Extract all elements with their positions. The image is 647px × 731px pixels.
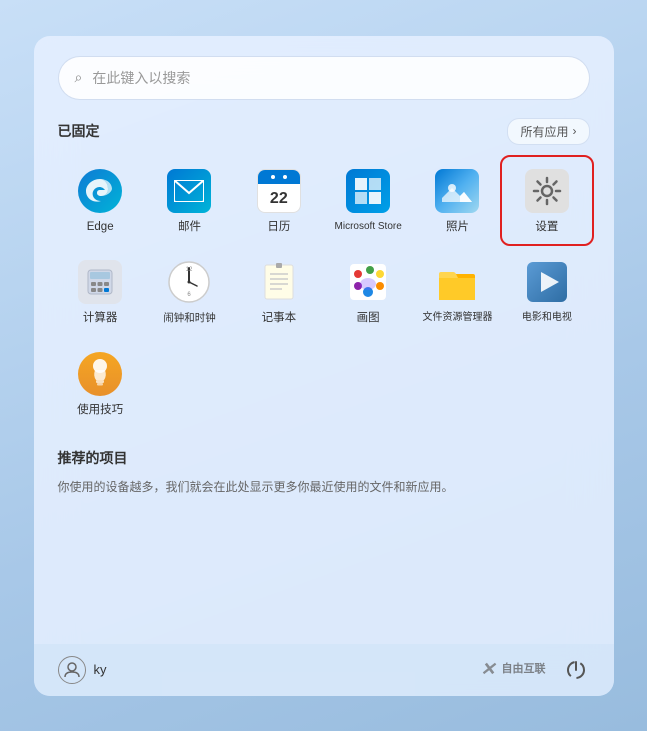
- tips-icon: [76, 350, 124, 398]
- settings-icon: [523, 167, 571, 215]
- notepad-label: 记事本: [262, 312, 297, 326]
- app-paint[interactable]: 画图: [326, 250, 411, 334]
- movies-label: 电影和电视: [522, 312, 572, 324]
- app-movies[interactable]: 电影和电视: [504, 250, 589, 334]
- movies-icon: [523, 258, 571, 306]
- app-notepad[interactable]: 记事本: [236, 250, 321, 334]
- app-clock[interactable]: 6 12 闹钟和时钟: [147, 250, 232, 334]
- pinned-section-header: 已固定 所有应用 ›: [58, 118, 590, 145]
- calendar-icon: 22: [255, 167, 303, 215]
- search-placeholder: 在此键入以搜索: [92, 68, 190, 88]
- recommended-title: 推荐的项目: [58, 448, 590, 468]
- app-tips[interactable]: 使用技巧: [58, 342, 143, 426]
- recommended-section: 推荐的项目 你使用的设备越多，我们就会在此处显示更多你最近使用的文件和新应用。: [58, 448, 590, 497]
- store-icon: [344, 167, 392, 215]
- calculator-icon: [76, 258, 124, 306]
- files-icon: [433, 258, 481, 306]
- mail-label: 邮件: [178, 221, 201, 235]
- calculator-label: 计算器: [83, 312, 118, 326]
- app-settings[interactable]: 设置: [504, 159, 589, 243]
- files-label: 文件资源管理器: [422, 312, 492, 324]
- clock-label: 闹钟和时钟: [163, 312, 216, 325]
- app-store[interactable]: Microsoft Store: [326, 159, 411, 243]
- search-bar[interactable]: ⌕ 在此键入以搜索: [58, 56, 590, 100]
- edge-label: Edge: [87, 221, 114, 235]
- pinned-title: 已固定: [58, 121, 100, 141]
- svg-text:12: 12: [186, 267, 193, 273]
- power-area: ✕ 自由互联: [480, 656, 589, 684]
- watermark-x-icon: ✕: [480, 659, 495, 680]
- user-name: ky: [94, 662, 107, 677]
- all-apps-label: 所有应用: [520, 123, 568, 140]
- edge-icon: [76, 167, 124, 215]
- app-calculator[interactable]: 计算器: [58, 250, 143, 334]
- photos-icon: [433, 167, 481, 215]
- app-calendar[interactable]: 22 日历: [236, 159, 321, 243]
- search-icon: ⌕: [75, 69, 83, 86]
- mail-icon: [165, 167, 213, 215]
- watermark-text: 自由互联: [502, 663, 546, 676]
- app-files[interactable]: 文件资源管理器: [415, 250, 500, 334]
- photos-label: 照片: [446, 221, 469, 235]
- taskbar-bottom: ky ✕ 自由互联: [34, 644, 614, 696]
- user-icon: [58, 656, 86, 684]
- chevron-icon: ›: [573, 124, 577, 138]
- settings-label: 设置: [535, 221, 558, 235]
- clock-icon: 6 12: [165, 258, 213, 306]
- start-menu: ⌕ 在此键入以搜索 已固定 所有应用 ›: [34, 36, 614, 696]
- watermark: ✕ 自由互联: [480, 659, 545, 680]
- power-button[interactable]: [562, 656, 590, 684]
- calendar-label: 日历: [267, 221, 290, 235]
- pinned-apps-grid: Edge 邮件: [58, 159, 590, 426]
- notepad-icon: [255, 258, 303, 306]
- tips-label: 使用技巧: [77, 404, 123, 418]
- app-edge[interactable]: Edge: [58, 159, 143, 243]
- user-area[interactable]: ky: [58, 656, 107, 684]
- app-mail[interactable]: 邮件: [147, 159, 232, 243]
- store-label: Microsoft Store: [335, 221, 402, 233]
- paint-icon: [344, 258, 392, 306]
- paint-label: 画图: [357, 312, 380, 326]
- all-apps-button[interactable]: 所有应用 ›: [507, 118, 589, 145]
- app-photos[interactable]: 照片: [415, 159, 500, 243]
- recommended-empty-text: 你使用的设备越多，我们就会在此处显示更多你最近使用的文件和新应用。: [58, 478, 590, 497]
